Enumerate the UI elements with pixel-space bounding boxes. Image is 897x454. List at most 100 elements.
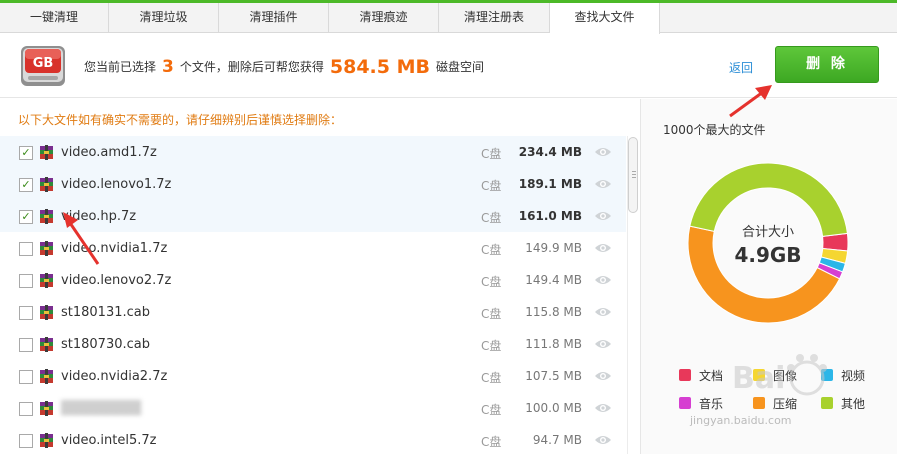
preview-eye-icon[interactable]	[594, 306, 612, 318]
file-checkbox[interactable]	[19, 274, 33, 288]
tab-clean-registry[interactable]: 清理注册表	[439, 3, 550, 33]
preview-eye-icon[interactable]	[594, 338, 612, 350]
file-drive: C盘	[481, 371, 502, 385]
archive-file-icon	[40, 273, 53, 288]
file-row[interactable]: st180730.cab C盘 111.8 MB	[0, 328, 626, 360]
file-name: ████████	[61, 401, 141, 416]
legend-label: 其他	[841, 397, 866, 411]
file-size: 234.4 MB	[518, 145, 582, 159]
file-drive: C盘	[481, 403, 502, 417]
legend-label: 视频	[841, 369, 866, 383]
summary-suffix: 磁盘空间	[435, 60, 484, 74]
size-donut-chart: 合计大小 4.9GB	[687, 162, 849, 324]
file-size: 189.1 MB	[518, 177, 582, 191]
file-checkbox[interactable]: ✓	[19, 210, 33, 224]
file-name: video.amd1.7z	[61, 145, 157, 160]
delete-button[interactable]: 删 除	[775, 46, 879, 83]
file-drive: C盘	[481, 243, 502, 257]
file-name: st180131.cab	[61, 305, 150, 320]
file-size: 111.8 MB	[525, 337, 582, 351]
file-row[interactable]: ████████ C盘 100.0 MB	[0, 392, 626, 424]
tab-one-click-clean[interactable]: 一键清理	[0, 3, 109, 33]
file-drive: C盘	[481, 307, 502, 321]
archive-file-icon	[40, 337, 53, 352]
archive-file-icon	[40, 145, 53, 160]
preview-eye-icon[interactable]	[594, 178, 612, 190]
preview-eye-icon[interactable]	[594, 370, 612, 382]
archive-file-icon	[40, 401, 53, 416]
legend-swatch	[753, 397, 765, 409]
file-checkbox[interactable]	[19, 434, 33, 448]
gb-disk-icon: GB	[21, 46, 65, 86]
file-size: 107.5 MB	[525, 369, 582, 383]
file-row[interactable]: video.nvidia1.7z C盘 149.9 MB	[0, 232, 626, 264]
preview-eye-icon[interactable]	[594, 242, 612, 254]
legend-label: 图像	[773, 369, 798, 383]
file-checkbox[interactable]: ✓	[19, 178, 33, 192]
file-name: video.nvidia2.7z	[61, 369, 168, 384]
file-row[interactable]: video.intel5.7z C盘 94.7 MB	[0, 424, 626, 454]
preview-eye-icon[interactable]	[594, 146, 612, 158]
file-drive: C盘	[481, 147, 502, 161]
legend-label: 音乐	[699, 397, 724, 411]
donut-center-value: 4.9GB	[734, 243, 801, 267]
warning-notice: 以下大文件如有确实不需要的，请仔细辨别后谨慎选择删除：	[18, 113, 343, 127]
file-row[interactable]: ✓ video.lenovo1.7z C盘 189.1 MB	[0, 168, 626, 200]
donut-center-label: 合计大小	[742, 225, 794, 240]
file-row[interactable]: ✓ video.amd1.7z C盘 234.4 MB	[0, 136, 626, 168]
legend-label: 文档	[699, 369, 724, 383]
summary-middle: 个文件，删除后可帮您获得	[179, 60, 324, 74]
archive-file-icon	[40, 241, 53, 256]
donut-slice-4	[687, 225, 841, 324]
file-drive: C盘	[481, 179, 502, 193]
file-name: video.lenovo2.7z	[61, 273, 172, 288]
preview-eye-icon[interactable]	[594, 210, 612, 222]
file-row[interactable]: ✓ video.hp.7z C盘 161.0 MB	[0, 200, 626, 232]
archive-file-icon	[40, 305, 53, 320]
file-checkbox[interactable]	[19, 242, 33, 256]
tab-find-large-files[interactable]: 查找大文件	[550, 3, 660, 34]
tab-clean-junk[interactable]: 清理垃圾	[109, 3, 219, 33]
file-checkbox[interactable]: ✓	[19, 146, 33, 160]
archive-file-icon	[40, 433, 53, 448]
file-name: video.nvidia1.7z	[61, 241, 168, 256]
file-checkbox[interactable]	[19, 338, 33, 352]
summary-header: GB 您当前已选择 3 个文件，删除后可帮您获得 584.5 MB 磁盘空间 返回 删 …	[0, 34, 897, 98]
file-size: 94.7 MB	[532, 433, 582, 447]
file-size: 115.8 MB	[525, 305, 582, 319]
file-checkbox[interactable]	[19, 370, 33, 384]
file-row[interactable]: video.nvidia2.7z C盘 107.5 MB	[0, 360, 626, 392]
selected-count: 3	[162, 57, 174, 77]
archive-file-icon	[40, 209, 53, 224]
file-row[interactable]: video.lenovo2.7z C盘 149.4 MB	[0, 264, 626, 296]
file-size: 161.0 MB	[518, 209, 582, 223]
file-name: st180730.cab	[61, 337, 150, 352]
file-row[interactable]: st180131.cab C盘 115.8 MB	[0, 296, 626, 328]
tab-clean-plugins[interactable]: 清理插件	[219, 3, 329, 33]
file-name: video.lenovo1.7z	[61, 177, 172, 192]
preview-eye-icon[interactable]	[594, 434, 612, 446]
back-link[interactable]: 返回	[729, 59, 753, 76]
preview-eye-icon[interactable]	[594, 402, 612, 414]
file-drive: C盘	[481, 435, 502, 449]
legend-swatch	[679, 369, 691, 381]
file-name: video.hp.7z	[61, 209, 137, 224]
file-size: 149.9 MB	[525, 241, 582, 255]
summary-prefix: 您当前已选择	[84, 60, 157, 74]
scrollbar-thumb[interactable]	[628, 137, 638, 213]
gb-icon-text: GB	[33, 56, 54, 71]
legend-swatch	[679, 397, 691, 409]
file-list: ✓ video.amd1.7z C盘 234.4 MB ✓ video.lenovo1.7…	[0, 136, 626, 454]
file-size: 149.4 MB	[525, 273, 582, 287]
archive-file-icon	[40, 177, 53, 192]
file-checkbox[interactable]	[19, 306, 33, 320]
file-checkbox[interactable]	[19, 402, 33, 416]
file-drive: C盘	[481, 211, 502, 225]
tab-clean-traces[interactable]: 清理痕迹	[329, 3, 439, 33]
preview-eye-icon[interactable]	[594, 274, 612, 286]
file-name: video.intel5.7z	[61, 433, 157, 448]
stats-title: 1000个最大的文件	[663, 123, 766, 137]
file-drive: C盘	[481, 339, 502, 353]
tab-bar: 一键清理 清理垃圾 清理插件 清理痕迹 清理注册表 查找大文件	[0, 3, 897, 34]
legend-swatch	[821, 369, 833, 381]
